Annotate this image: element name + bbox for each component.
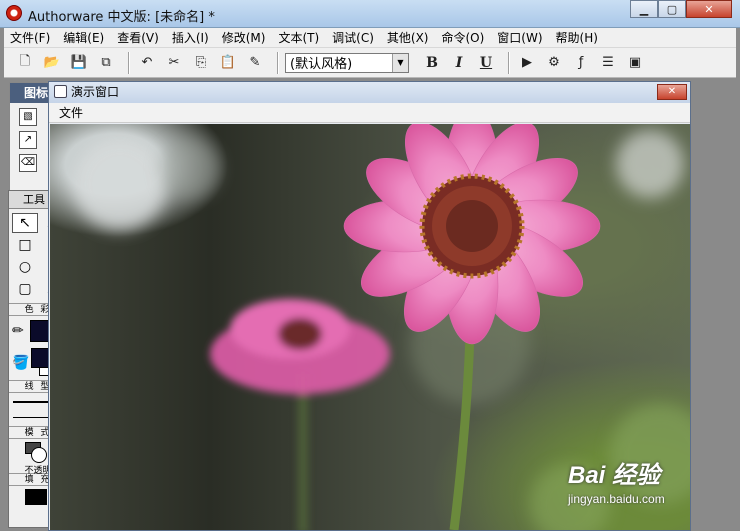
paint-bucket-icon: 🪣: [12, 355, 30, 371]
app-logo-icon: [6, 5, 22, 21]
import-icon[interactable]: ⧉: [95, 52, 117, 74]
menu-debug[interactable]: 调试(C): [332, 29, 374, 46]
app-titlebar: Authorware 中文版: [未命名] * ▁ ▢ ✕: [0, 0, 740, 28]
watermark-url: jingyan.baidu.com: [568, 492, 665, 506]
motion-icon[interactable]: ↗: [19, 131, 37, 149]
icon-palette-title: 图标: [10, 83, 52, 103]
toolbar-separator: [128, 51, 130, 74]
variables-icon[interactable]: ☰: [597, 52, 619, 74]
tools-palette-title: 工具: [23, 193, 45, 206]
ellipse-tool-icon[interactable]: ○: [12, 257, 38, 277]
mode-circle-icon: [31, 447, 47, 463]
presentation-window-icon: [54, 85, 67, 98]
toolbar-separator: [508, 51, 510, 74]
display-icon[interactable]: ▧: [19, 108, 37, 126]
chevron-down-icon[interactable]: ▼: [392, 53, 408, 72]
menu-help[interactable]: 帮助(H): [556, 29, 598, 46]
undo-icon[interactable]: ↶: [136, 52, 158, 74]
presentation-window-titlebar: 演示窗口 ✕: [49, 82, 690, 103]
control-panel-icon[interactable]: ⚙: [543, 52, 565, 74]
menu-command[interactable]: 命令(O): [441, 29, 484, 46]
menu-text[interactable]: 文本(T): [278, 29, 319, 46]
menu-file[interactable]: 文件(F): [10, 29, 50, 46]
open-folder-icon[interactable]: 📂: [41, 52, 63, 74]
bold-button[interactable]: B: [421, 52, 443, 74]
presentation-menu-file[interactable]: 文件: [59, 106, 83, 120]
rounded-rect-tool-icon[interactable]: ▢: [12, 279, 38, 299]
run-icon[interactable]: ▶: [516, 52, 538, 74]
text-style-value: (默认风格): [290, 57, 353, 72]
menu-view[interactable]: 查看(V): [117, 29, 159, 46]
find-icon[interactable]: ✎: [244, 52, 266, 74]
pencil-icon: ✏: [12, 323, 24, 339]
menubar: 文件(F) 编辑(E) 查看(V) 插入(I) 修改(M) 文本(T) 调试(C…: [4, 28, 736, 48]
functions-icon[interactable]: ƒ: [570, 52, 592, 74]
maximize-button[interactable]: ▢: [658, 0, 686, 18]
paste-icon[interactable]: 📋: [217, 52, 239, 74]
save-all-icon[interactable]: 💾: [68, 52, 90, 74]
cut-icon[interactable]: ✂: [163, 52, 185, 74]
toolbar: 🗋 📂 💾 ⧉ ↶ ✂ ⎘ 📋 ✎ (默认风格) ▼ B I U ▶ ⚙ ƒ ☰…: [4, 48, 736, 78]
minimize-button[interactable]: ▁: [630, 0, 658, 18]
menu-other[interactable]: 其他(X): [387, 29, 429, 46]
italic-button[interactable]: I: [448, 52, 470, 74]
text-style-select[interactable]: (默认风格) ▼: [285, 52, 409, 73]
watermark-logo: Bai 经验: [568, 462, 661, 489]
menu-edit[interactable]: 编辑(E): [63, 29, 104, 46]
new-file-icon[interactable]: 🗋: [14, 52, 36, 74]
presentation-window-title: 演示窗口: [71, 85, 120, 99]
close-button[interactable]: ✕: [686, 0, 732, 18]
menu-modify[interactable]: 修改(M): [222, 29, 266, 46]
close-icon[interactable]: ✕: [657, 84, 687, 100]
toolbar-separator: [277, 51, 279, 74]
rectangle-tool-icon[interactable]: □: [12, 235, 38, 255]
copy-icon[interactable]: ⎘: [190, 52, 212, 74]
underline-button[interactable]: U: [475, 52, 497, 74]
window-title: Authorware 中文版: [未命名] *: [28, 10, 215, 25]
knowledge-objects-icon[interactable]: ▣: [624, 52, 646, 74]
fill-pattern-swatch[interactable]: [25, 489, 47, 505]
menu-window[interactable]: 窗口(W): [497, 29, 542, 46]
window-controls: ▁ ▢ ✕: [630, 0, 732, 18]
erase-icon[interactable]: ⌫: [19, 154, 37, 172]
icon-palette: 图标 ▧ ↗ ⌫: [9, 82, 53, 194]
baidu-watermark: Bai 经验 jingyan.baidu.com: [568, 455, 665, 506]
presentation-menubar: 文件: [49, 103, 690, 123]
menu-insert[interactable]: 插入(I): [172, 29, 209, 46]
pointer-tool-icon[interactable]: ↖: [12, 213, 38, 233]
